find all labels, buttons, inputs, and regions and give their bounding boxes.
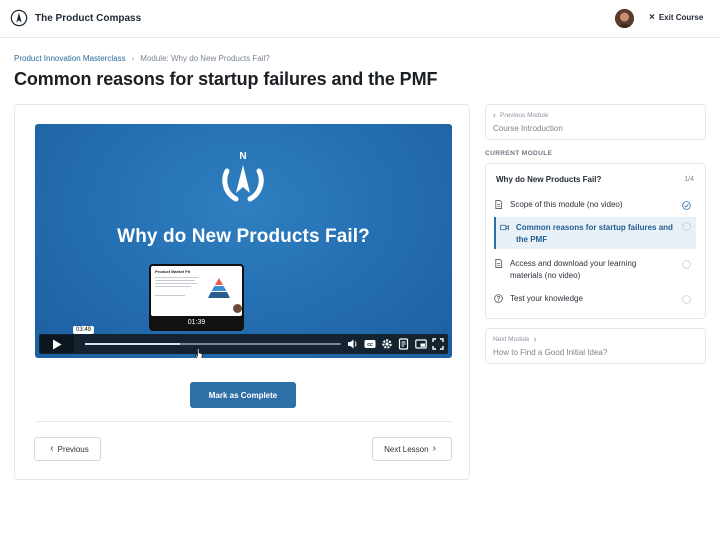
video-preview-thumbnail: Product Market Fit 01:39	[149, 264, 244, 331]
video-title: Why do New Products Fail?	[117, 226, 370, 247]
top-bar: The Product Compass × Exit Course	[0, 0, 720, 38]
current-module-heading: CURRENT MODULE	[485, 150, 553, 157]
closed-captions-icon[interactable]: cc	[364, 338, 376, 350]
next-module-card[interactable]: Next Module › How to Find a Good Initial…	[485, 328, 706, 364]
transcript-icon[interactable]	[398, 338, 410, 350]
user-avatar[interactable]	[615, 9, 634, 28]
brand-name: The Product Compass	[35, 12, 142, 24]
exit-course-button[interactable]: × Exit Course	[649, 11, 704, 23]
document-icon	[495, 200, 503, 209]
preview-text-line	[155, 283, 197, 284]
chevron-left-icon: ‹	[50, 443, 54, 454]
video-player[interactable]: N Why do New Products Fail? Product Mark…	[35, 124, 452, 358]
play-button[interactable]	[40, 335, 74, 353]
breadcrumb-separator-icon: ›	[131, 54, 135, 63]
lesson-item[interactable]: Access and download your learning materi…	[494, 258, 696, 284]
pyramid-diagram-icon	[208, 278, 230, 298]
next-module-title: How to Find a Good Initial Idea?	[493, 348, 608, 357]
breadcrumb-module: Module: Why do New Products Fail?	[140, 54, 270, 63]
preview-slide-title: Product Market Fit	[155, 269, 191, 274]
next-lesson-button[interactable]: Next Lesson ›	[372, 437, 452, 461]
play-icon	[53, 339, 62, 350]
previous-module-label: ‹ Previous Module	[493, 110, 549, 120]
chevron-right-icon: ›	[432, 443, 436, 454]
lesson-item-current[interactable]: Common reasons for startup failures and …	[494, 217, 696, 249]
question-icon	[494, 294, 503, 303]
preview-text-line	[155, 295, 185, 296]
preview-timestamp: 01:39	[187, 319, 206, 326]
previous-module-card[interactable]: ‹ Previous Module Course Introduction	[485, 104, 706, 140]
brand[interactable]: The Product Compass	[10, 9, 141, 27]
video-icon	[500, 224, 509, 231]
document-icon	[495, 259, 503, 268]
lesson-label: Scope of this module (no video)	[510, 200, 623, 209]
not-started-circle-icon	[682, 222, 691, 231]
lesson-counter: 1/4	[684, 176, 694, 183]
video-controls: cc	[39, 334, 448, 354]
chevron-right-icon: ›	[533, 334, 537, 344]
hover-time-tooltip: 03:49	[73, 326, 95, 334]
exit-course-label: Exit Course	[658, 13, 704, 22]
svg-text:N: N	[239, 151, 246, 162]
preview-text-line	[155, 277, 199, 278]
mark-as-complete-button[interactable]: Mark as Complete	[190, 382, 296, 408]
compass-logo-icon: N	[222, 151, 264, 202]
svg-text:cc: cc	[367, 342, 373, 348]
divider	[35, 421, 452, 422]
lesson-item[interactable]: Scope of this module (no video)	[494, 199, 696, 213]
breadcrumb: Product Innovation Masterclass › Module:…	[14, 54, 270, 63]
current-module-title: Why do New Products Fail?	[496, 175, 602, 184]
not-started-circle-icon	[682, 260, 691, 269]
previous-label: Previous	[57, 444, 89, 454]
page-title: Common reasons for startup failures and …	[14, 69, 438, 89]
current-module-card: Why do New Products Fail? 1/4 Scope of t…	[485, 163, 706, 319]
next-module-label-text: Next Module	[493, 335, 530, 343]
user-avatar-image	[615, 9, 634, 28]
video-progress-bar[interactable]	[85, 343, 341, 345]
lesson-card: N Why do New Products Fail? Product Mark…	[14, 104, 470, 480]
volume-icon[interactable]	[347, 338, 359, 350]
presenter-avatar	[233, 304, 242, 313]
previous-module-label-text: Previous Module	[500, 111, 549, 119]
breadcrumb-course-link[interactable]: Product Innovation Masterclass	[14, 54, 126, 63]
next-label: Next Lesson	[384, 444, 429, 454]
fullscreen-icon[interactable]	[432, 338, 444, 350]
lesson-label: Common reasons for startup failures and …	[516, 223, 673, 244]
close-icon: ×	[649, 11, 655, 23]
lesson-label: Access and download your learning materi…	[510, 259, 637, 280]
preview-text-line	[155, 286, 191, 287]
lesson-label: Test your knowledge	[510, 294, 583, 303]
not-started-circle-icon	[682, 295, 691, 304]
compass-logo-icon	[10, 9, 28, 27]
previous-module-title: Course Introduction	[493, 124, 563, 133]
preview-text-line	[155, 280, 195, 281]
completed-check-icon	[682, 201, 691, 210]
video-progress-fill	[85, 343, 180, 345]
lesson-item[interactable]: Test your knowledge	[494, 293, 696, 307]
previous-lesson-button[interactable]: ‹ Previous	[34, 437, 101, 461]
preview-slide: Product Market Fit	[151, 266, 242, 316]
chevron-left-icon: ‹	[493, 110, 496, 120]
next-module-label: Next Module ›	[493, 334, 537, 344]
mouse-pointer-icon	[195, 348, 203, 358]
picture-in-picture-icon[interactable]	[415, 338, 427, 350]
settings-gear-icon[interactable]	[381, 338, 393, 350]
